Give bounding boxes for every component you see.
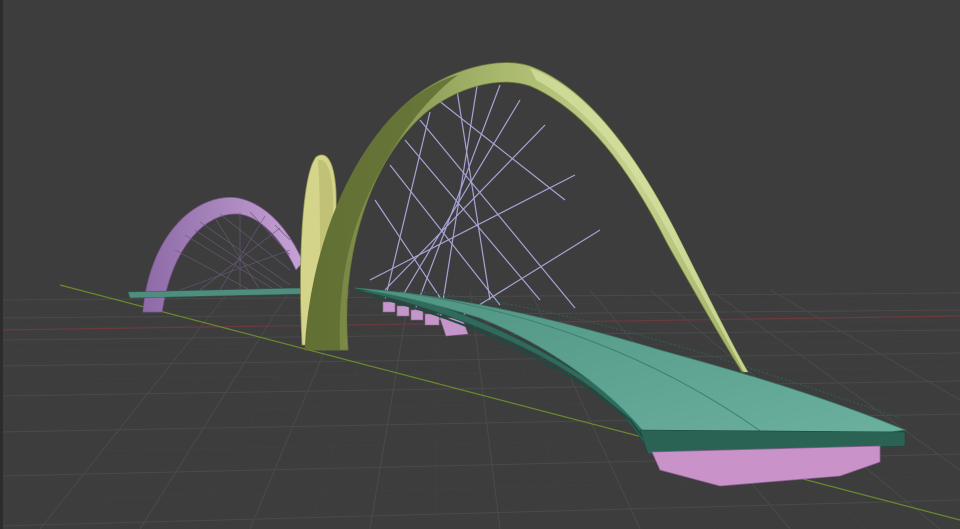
3d-viewport[interactable]: [0, 0, 960, 529]
pier-end[interactable]: [651, 445, 881, 487]
viewport-edge: [0, 0, 3, 529]
scene-canvas[interactable]: [0, 0, 960, 529]
